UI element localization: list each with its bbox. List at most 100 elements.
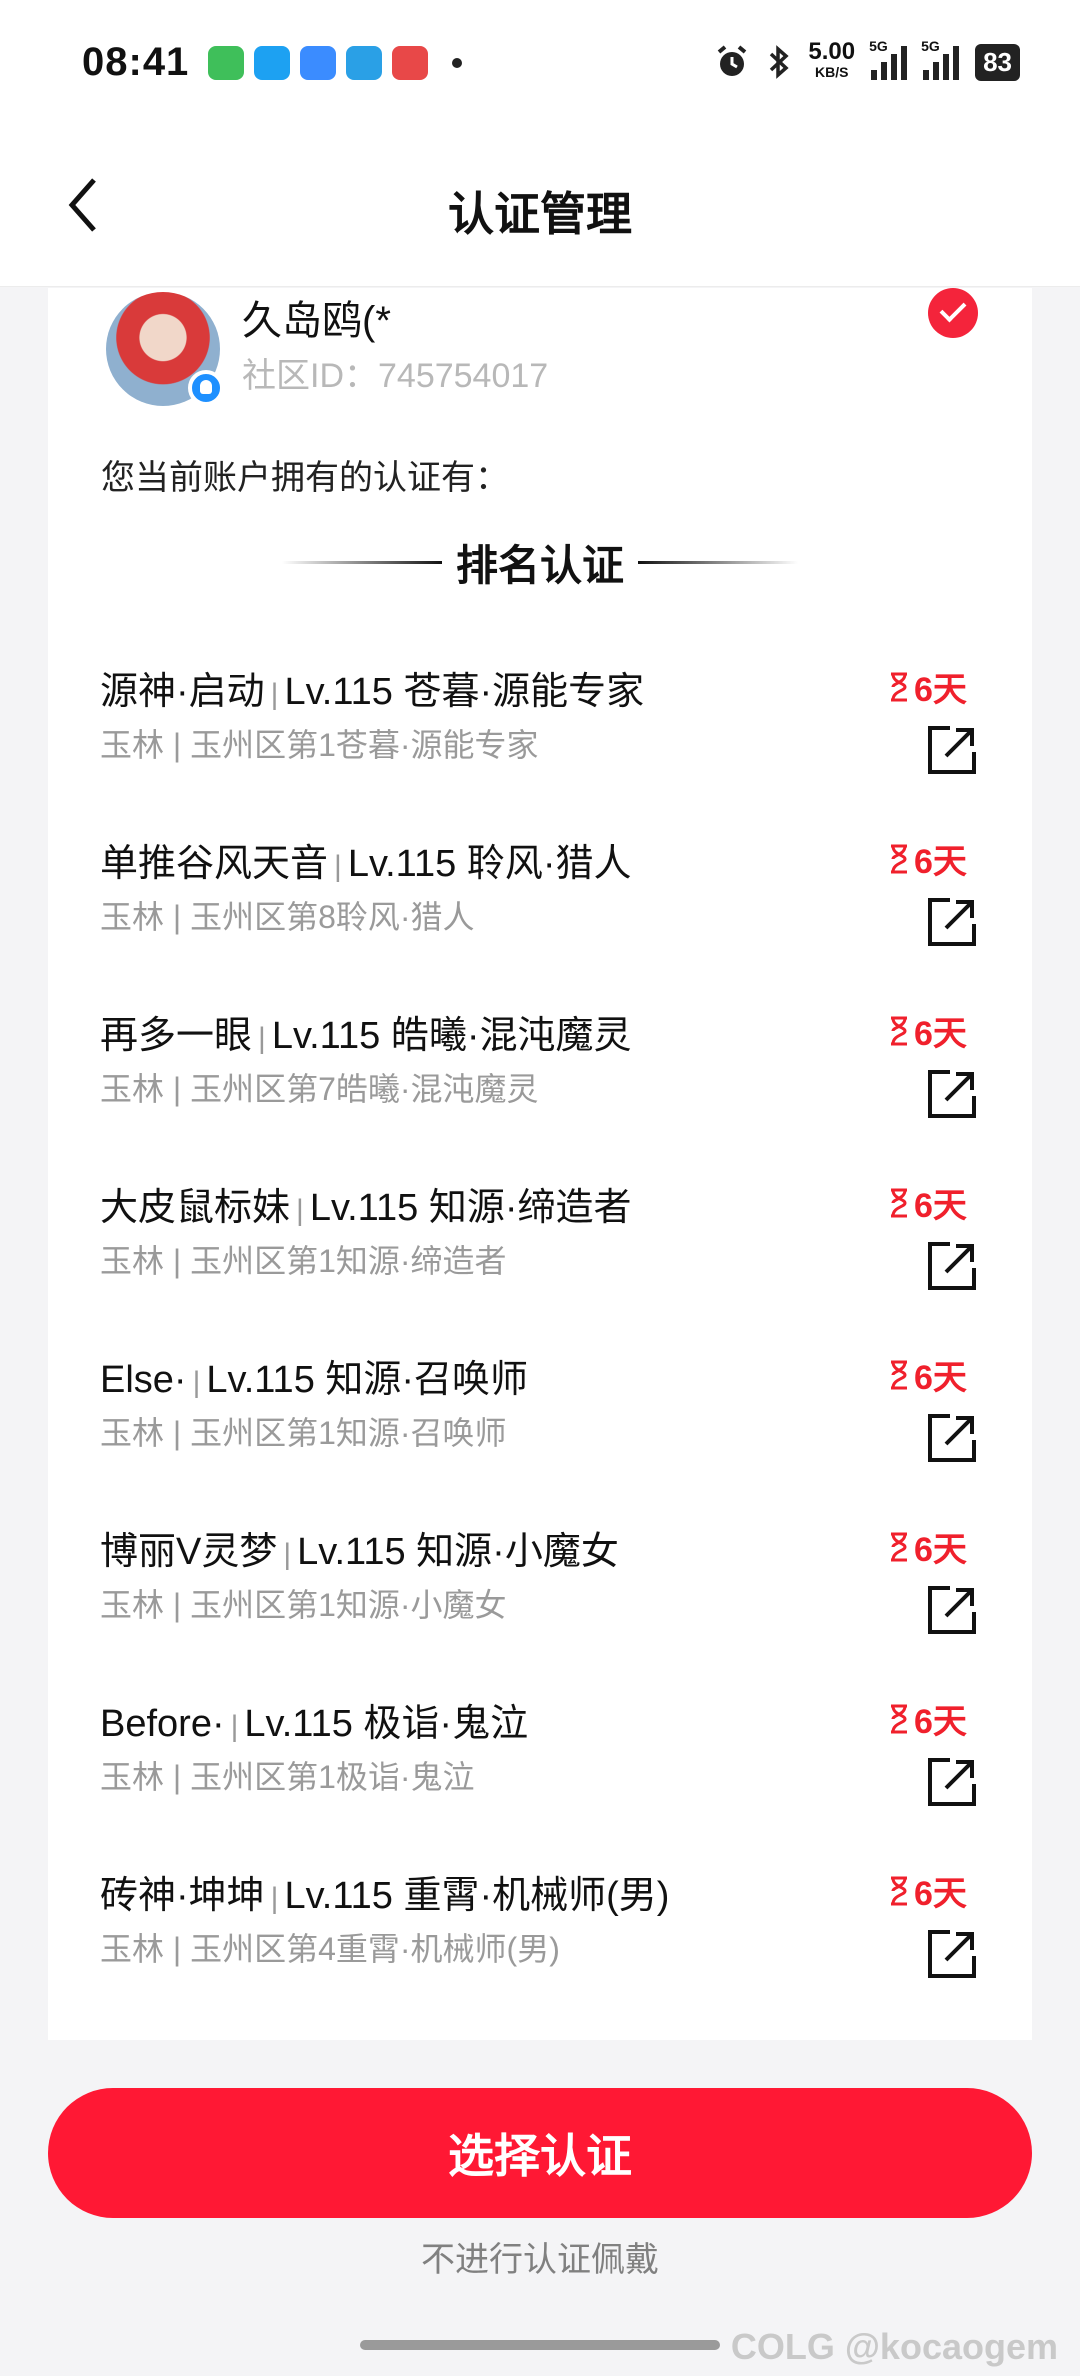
cert-rank: 玉林 | 玉州区第7皓曦·混沌魔灵: [100, 1071, 539, 1107]
no-cert-link[interactable]: 不进行认证佩戴: [0, 2232, 1080, 2281]
cert-title: 单推谷风天音 | Lv.115 聆风·猎人: [100, 832, 631, 887]
hourglass-icon: [891, 1876, 907, 1905]
app-notification-icon: [254, 46, 290, 80]
share-icon[interactable]: [926, 896, 978, 948]
signal-1-icon: 5G: [869, 38, 908, 80]
hourglass-icon: [891, 844, 907, 873]
cert-name: 源神·启动: [100, 671, 265, 713]
hourglass-icon: [891, 1360, 907, 1389]
more-notifications-icon: [452, 58, 462, 68]
cert-rank: 玉林 | 玉州区第1知源·小魔女: [100, 1587, 507, 1623]
share-icon[interactable]: [926, 724, 978, 776]
cert-days: 6天: [888, 1866, 967, 1915]
cert-row[interactable]: 砖神·坤坤 | Lv.115 重霄·机械师(男) 玉林 | 玉州区第4重霄·机械师(男…: [48, 1864, 1032, 2036]
separator: |: [192, 1366, 201, 1399]
cert-rank: 玉林 | 玉州区第4重霄·机械师(男): [100, 1931, 560, 1967]
cert-card: 久岛鸥(* 社区ID：745754017 您当前账户拥有的认证有： 排名认证 源…: [48, 288, 1032, 2040]
hourglass-icon: [891, 672, 907, 701]
battery-icon: 83: [975, 43, 1020, 81]
days-value: 6天: [914, 1187, 967, 1225]
separator: |: [270, 1882, 279, 1915]
net-speed: 5.00 KB/S: [808, 38, 856, 81]
community-id: 社区ID：745754017: [242, 357, 549, 395]
nav-bar: 认证管理: [0, 130, 1080, 287]
cert-row[interactable]: 单推谷风天音 | Lv.115 聆风·猎人玉林 | 玉州区第8聆风·猎人 6天: [48, 832, 1032, 1004]
cert-title: 再多一眼 | Lv.115 皓曦·混沌魔灵: [100, 1004, 631, 1059]
cert-title: Before· | Lv.115 极诣·鬼泣: [100, 1692, 528, 1747]
days-value: 6天: [914, 671, 967, 709]
cert-title: 源神·启动 | Lv.115 苍暮·源能专家: [100, 660, 644, 715]
cert-level: Lv.115 重霄·机械师(男): [284, 1875, 670, 1917]
cert-row[interactable]: 博丽V灵梦 | Lv.115 知源·小魔女玉林 | 玉州区第1知源·小魔女 6天: [48, 1520, 1032, 1692]
cert-days: 6天: [888, 1522, 967, 1571]
days-value: 6天: [914, 1359, 967, 1397]
app-notification-icon: [300, 46, 336, 80]
separator: |: [283, 1538, 292, 1571]
cert-days: 6天: [888, 834, 967, 883]
cert-days: 6天: [888, 662, 967, 711]
cert-level: Lv.115 知源·小魔女: [297, 1531, 619, 1573]
cert-title: 大皮鼠标妹 | Lv.115 知源·缔造者: [100, 1176, 631, 1231]
username: 久岛鸥(*: [242, 299, 391, 343]
decor-line-left: [281, 555, 442, 569]
bluetooth-icon: [770, 45, 789, 79]
cert-row[interactable]: Before· | Lv.115 极诣·鬼泣玉林 | 玉州区第1极诣·鬼泣 6天: [48, 1692, 1032, 1864]
cert-row[interactable]: 大皮鼠标妹 | Lv.115 知源·缔造者 玉林 | 玉州区第1知源·缔造者 6天: [48, 1176, 1032, 1348]
share-icon[interactable]: [926, 1584, 978, 1636]
separator: |: [230, 1710, 239, 1743]
status-bar: 08:41 5.00 KB/S 5G 5G 83: [0, 0, 1080, 130]
cert-name: 再多一眼: [100, 1015, 253, 1057]
qq-badge-icon: [188, 370, 224, 406]
cert-title: Else· | Lv.115 知源·召唤师: [100, 1348, 528, 1403]
cert-name: Else·: [100, 1359, 187, 1401]
cert-title: 博丽V灵梦 | Lv.115 知源·小魔女: [100, 1520, 619, 1575]
cert-name: Before·: [100, 1703, 225, 1745]
share-icon[interactable]: [926, 1756, 978, 1808]
alarm-icon: [718, 45, 747, 76]
cert-days: 6天: [888, 1006, 967, 1055]
cert-level: Lv.115 极诣·鬼泣: [244, 1703, 529, 1745]
separator: |: [296, 1194, 304, 1227]
section-title: 排名认证: [455, 541, 624, 589]
share-icon[interactable]: [926, 1068, 978, 1120]
days-value: 6天: [914, 1015, 967, 1053]
select-cert-button[interactable]: 选择认证: [48, 2088, 1032, 2218]
app-notification-icon: [208, 46, 244, 80]
status-time: 08:41: [82, 40, 190, 84]
cert-row[interactable]: Else· | Lv.115 知源·召唤师 玉林 | 玉州区第1知源·召唤师 6天: [48, 1348, 1032, 1520]
share-icon[interactable]: [926, 1240, 978, 1292]
cert-days: 6天: [888, 1350, 967, 1399]
signal-2-icon: 5G: [921, 38, 960, 80]
selected-check-icon[interactable]: [928, 288, 978, 338]
hourglass-icon: [891, 1704, 907, 1733]
watermark: COLG @kocaogem: [730, 2326, 1058, 2367]
cert-rank: 玉林 | 玉州区第8聆风·猎人: [100, 899, 475, 935]
cert-level: Lv.115 聆风·猎人: [347, 843, 632, 885]
home-indicator[interactable]: [360, 2340, 720, 2350]
share-icon[interactable]: [926, 1412, 978, 1464]
cert-list: 源神·启动 | Lv.115 苍暮·源能专家 玉林 | 玉州区第1苍暮·源能专家 6天单…: [48, 660, 1032, 2036]
days-value: 6天: [914, 1875, 967, 1913]
cert-level: Lv.115 苍暮·源能专家: [284, 671, 645, 713]
cert-row[interactable]: 再多一眼 | Lv.115 皓曦·混沌魔灵玉林 | 玉州区第7皓曦·混沌魔灵 6天: [48, 1004, 1032, 1176]
own-certs-label: 您当前账户拥有的认证有：: [101, 459, 509, 497]
page-title: 认证管理: [448, 188, 632, 240]
cert-row[interactable]: 源神·启动 | Lv.115 苍暮·源能专家玉林 | 玉州区第1苍暮·源能专家 6天: [48, 660, 1032, 832]
cert-days: 6天: [888, 1694, 967, 1743]
days-value: 6天: [914, 843, 967, 881]
cert-rank: 玉林 | 玉州区第1苍暮·源能专家: [100, 727, 539, 763]
cert-name: 单推谷风天音: [100, 843, 329, 885]
status-right: 5.00 KB/S 5G 5G 83: [714, 38, 1020, 82]
days-value: 6天: [914, 1531, 967, 1569]
cert-name: 砖神·坤坤: [100, 1875, 265, 1917]
cert-days: 6天: [888, 1178, 967, 1227]
hourglass-icon: [891, 1188, 907, 1217]
cert-rank: 玉林 | 玉州区第1极诣·鬼泣: [100, 1759, 475, 1795]
cert-level: Lv.115 知源·召唤师: [206, 1359, 529, 1401]
separator: |: [334, 850, 342, 883]
separator: |: [258, 1022, 266, 1055]
hourglass-icon: [891, 1016, 907, 1045]
cert-level: Lv.115 皓曦·混沌魔灵: [271, 1015, 632, 1057]
days-value: 6天: [914, 1703, 967, 1741]
share-icon[interactable]: [926, 1928, 978, 1980]
